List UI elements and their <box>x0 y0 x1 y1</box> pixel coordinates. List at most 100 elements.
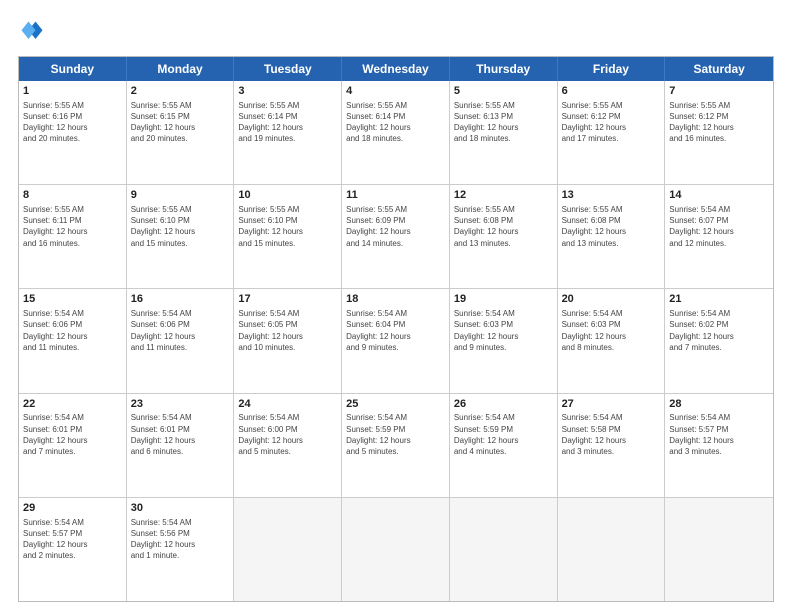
cell-daylight-info: Sunrise: 5:54 AM Sunset: 6:06 PM Dayligh… <box>131 308 230 353</box>
cell-daylight-info: Sunrise: 5:54 AM Sunset: 6:06 PM Dayligh… <box>23 308 122 353</box>
header <box>18 18 774 46</box>
calendar-header: SundayMondayTuesdayWednesdayThursdayFrid… <box>19 57 773 81</box>
weekday-header-monday: Monday <box>127 57 235 81</box>
cell-daylight-info: Sunrise: 5:54 AM Sunset: 5:59 PM Dayligh… <box>346 412 445 457</box>
cell-daylight-info: Sunrise: 5:54 AM Sunset: 5:59 PM Dayligh… <box>454 412 553 457</box>
cell-daylight-info: Sunrise: 5:54 AM Sunset: 5:58 PM Dayligh… <box>562 412 661 457</box>
calendar-empty-cell <box>234 498 342 601</box>
calendar-day-20: 20Sunrise: 5:54 AM Sunset: 6:03 PM Dayli… <box>558 289 666 392</box>
cell-daylight-info: Sunrise: 5:54 AM Sunset: 5:56 PM Dayligh… <box>131 517 230 562</box>
calendar-row-2: 8Sunrise: 5:55 AM Sunset: 6:11 PM Daylig… <box>19 184 773 288</box>
cell-daylight-info: Sunrise: 5:55 AM Sunset: 6:12 PM Dayligh… <box>669 100 769 145</box>
cell-daylight-info: Sunrise: 5:55 AM Sunset: 6:12 PM Dayligh… <box>562 100 661 145</box>
cell-daylight-info: Sunrise: 5:55 AM Sunset: 6:15 PM Dayligh… <box>131 100 230 145</box>
day-number: 13 <box>562 188 661 203</box>
calendar-body: 1Sunrise: 5:55 AM Sunset: 6:16 PM Daylig… <box>19 81 773 601</box>
day-number: 16 <box>131 292 230 307</box>
calendar-day-4: 4Sunrise: 5:55 AM Sunset: 6:14 PM Daylig… <box>342 81 450 184</box>
day-number: 15 <box>23 292 122 307</box>
day-number: 20 <box>562 292 661 307</box>
weekday-header-friday: Friday <box>558 57 666 81</box>
calendar-empty-cell <box>665 498 773 601</box>
cell-daylight-info: Sunrise: 5:55 AM Sunset: 6:10 PM Dayligh… <box>238 204 337 249</box>
cell-daylight-info: Sunrise: 5:54 AM Sunset: 6:02 PM Dayligh… <box>669 308 769 353</box>
calendar-day-5: 5Sunrise: 5:55 AM Sunset: 6:13 PM Daylig… <box>450 81 558 184</box>
calendar-row-5: 29Sunrise: 5:54 AM Sunset: 5:57 PM Dayli… <box>19 497 773 601</box>
weekday-header-thursday: Thursday <box>450 57 558 81</box>
day-number: 28 <box>669 397 769 412</box>
day-number: 17 <box>238 292 337 307</box>
day-number: 9 <box>131 188 230 203</box>
day-number: 25 <box>346 397 445 412</box>
weekday-header-sunday: Sunday <box>19 57 127 81</box>
cell-daylight-info: Sunrise: 5:54 AM Sunset: 6:00 PM Dayligh… <box>238 412 337 457</box>
cell-daylight-info: Sunrise: 5:54 AM Sunset: 6:03 PM Dayligh… <box>454 308 553 353</box>
cell-daylight-info: Sunrise: 5:55 AM Sunset: 6:14 PM Dayligh… <box>238 100 337 145</box>
day-number: 27 <box>562 397 661 412</box>
calendar-day-11: 11Sunrise: 5:55 AM Sunset: 6:09 PM Dayli… <box>342 185 450 288</box>
day-number: 19 <box>454 292 553 307</box>
day-number: 29 <box>23 501 122 516</box>
calendar-day-6: 6Sunrise: 5:55 AM Sunset: 6:12 PM Daylig… <box>558 81 666 184</box>
calendar-day-23: 23Sunrise: 5:54 AM Sunset: 6:01 PM Dayli… <box>127 394 235 497</box>
cell-daylight-info: Sunrise: 5:55 AM Sunset: 6:08 PM Dayligh… <box>454 204 553 249</box>
day-number: 22 <box>23 397 122 412</box>
calendar: SundayMondayTuesdayWednesdayThursdayFrid… <box>18 56 774 602</box>
calendar-day-25: 25Sunrise: 5:54 AM Sunset: 5:59 PM Dayli… <box>342 394 450 497</box>
calendar-day-28: 28Sunrise: 5:54 AM Sunset: 5:57 PM Dayli… <box>665 394 773 497</box>
calendar-day-19: 19Sunrise: 5:54 AM Sunset: 6:03 PM Dayli… <box>450 289 558 392</box>
day-number: 18 <box>346 292 445 307</box>
cell-daylight-info: Sunrise: 5:54 AM Sunset: 6:07 PM Dayligh… <box>669 204 769 249</box>
cell-daylight-info: Sunrise: 5:54 AM Sunset: 6:01 PM Dayligh… <box>131 412 230 457</box>
calendar-day-15: 15Sunrise: 5:54 AM Sunset: 6:06 PM Dayli… <box>19 289 127 392</box>
calendar-row-1: 1Sunrise: 5:55 AM Sunset: 6:16 PM Daylig… <box>19 81 773 184</box>
logo-icon <box>18 18 46 46</box>
cell-daylight-info: Sunrise: 5:54 AM Sunset: 5:57 PM Dayligh… <box>23 517 122 562</box>
calendar-day-10: 10Sunrise: 5:55 AM Sunset: 6:10 PM Dayli… <box>234 185 342 288</box>
calendar-day-2: 2Sunrise: 5:55 AM Sunset: 6:15 PM Daylig… <box>127 81 235 184</box>
calendar-day-22: 22Sunrise: 5:54 AM Sunset: 6:01 PM Dayli… <box>19 394 127 497</box>
day-number: 23 <box>131 397 230 412</box>
calendar-day-14: 14Sunrise: 5:54 AM Sunset: 6:07 PM Dayli… <box>665 185 773 288</box>
weekday-header-tuesday: Tuesday <box>234 57 342 81</box>
cell-daylight-info: Sunrise: 5:54 AM Sunset: 6:03 PM Dayligh… <box>562 308 661 353</box>
calendar-day-3: 3Sunrise: 5:55 AM Sunset: 6:14 PM Daylig… <box>234 81 342 184</box>
cell-daylight-info: Sunrise: 5:55 AM Sunset: 6:13 PM Dayligh… <box>454 100 553 145</box>
day-number: 5 <box>454 84 553 99</box>
calendar-day-12: 12Sunrise: 5:55 AM Sunset: 6:08 PM Dayli… <box>450 185 558 288</box>
calendar-day-7: 7Sunrise: 5:55 AM Sunset: 6:12 PM Daylig… <box>665 81 773 184</box>
cell-daylight-info: Sunrise: 5:55 AM Sunset: 6:16 PM Dayligh… <box>23 100 122 145</box>
calendar-day-13: 13Sunrise: 5:55 AM Sunset: 6:08 PM Dayli… <box>558 185 666 288</box>
calendar-day-29: 29Sunrise: 5:54 AM Sunset: 5:57 PM Dayli… <box>19 498 127 601</box>
day-number: 7 <box>669 84 769 99</box>
day-number: 2 <box>131 84 230 99</box>
calendar-day-16: 16Sunrise: 5:54 AM Sunset: 6:06 PM Dayli… <box>127 289 235 392</box>
day-number: 10 <box>238 188 337 203</box>
calendar-day-21: 21Sunrise: 5:54 AM Sunset: 6:02 PM Dayli… <box>665 289 773 392</box>
calendar-row-3: 15Sunrise: 5:54 AM Sunset: 6:06 PM Dayli… <box>19 288 773 392</box>
page: SundayMondayTuesdayWednesdayThursdayFrid… <box>0 0 792 612</box>
calendar-day-8: 8Sunrise: 5:55 AM Sunset: 6:11 PM Daylig… <box>19 185 127 288</box>
cell-daylight-info: Sunrise: 5:54 AM Sunset: 6:04 PM Dayligh… <box>346 308 445 353</box>
cell-daylight-info: Sunrise: 5:55 AM Sunset: 6:10 PM Dayligh… <box>131 204 230 249</box>
day-number: 8 <box>23 188 122 203</box>
day-number: 1 <box>23 84 122 99</box>
cell-daylight-info: Sunrise: 5:54 AM Sunset: 5:57 PM Dayligh… <box>669 412 769 457</box>
logo <box>18 18 50 46</box>
day-number: 6 <box>562 84 661 99</box>
day-number: 4 <box>346 84 445 99</box>
cell-daylight-info: Sunrise: 5:55 AM Sunset: 6:08 PM Dayligh… <box>562 204 661 249</box>
calendar-day-17: 17Sunrise: 5:54 AM Sunset: 6:05 PM Dayli… <box>234 289 342 392</box>
day-number: 24 <box>238 397 337 412</box>
day-number: 3 <box>238 84 337 99</box>
calendar-empty-cell <box>342 498 450 601</box>
cell-daylight-info: Sunrise: 5:54 AM Sunset: 6:05 PM Dayligh… <box>238 308 337 353</box>
calendar-row-4: 22 Sunrise: 5:54 AM Sunset: 6:01 PM Dayli… <box>19 393 773 497</box>
calendar-day-30: 30Sunrise: 5:54 AM Sunset: 5:56 PM Dayli… <box>127 498 235 601</box>
day-number: 11 <box>346 188 445 203</box>
calendar-day-26: 26Sunrise: 5:54 AM Sunset: 5:59 PM Dayli… <box>450 394 558 497</box>
calendar-day-9: 9Sunrise: 5:55 AM Sunset: 6:10 PM Daylig… <box>127 185 235 288</box>
cell-daylight-info: Sunrise: 5:55 AM Sunset: 6:11 PM Dayligh… <box>23 204 122 249</box>
calendar-empty-cell <box>450 498 558 601</box>
calendar-day-27: 27Sunrise: 5:54 AM Sunset: 5:58 PM Dayli… <box>558 394 666 497</box>
